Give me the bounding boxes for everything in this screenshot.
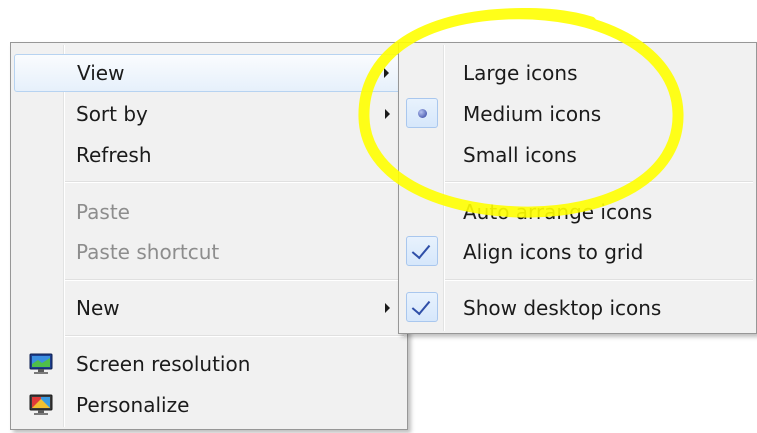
menu-item-label: Screen resolution [76,352,251,376]
menu-item-label: Sort by [76,102,148,126]
menu-item-align-icons-to-grid[interactable]: Align icons to grid [402,233,753,271]
checkmark-icon [411,239,431,260]
menu-item-sort-by[interactable]: Sort by [14,95,404,133]
desktop-context-menu: View Sort by Refresh Paste Paste shortcu… [10,42,408,430]
menu-item-refresh[interactable]: Refresh [14,136,404,174]
screen-resolution-icon [29,353,53,374]
menu-item-view[interactable]: View [14,54,404,92]
menu-item-new[interactable]: New [14,289,404,327]
menu-separator [65,279,404,281]
menu-item-label: Align icons to grid [463,240,644,264]
menu-item-paste-shortcut: Paste shortcut [14,233,404,271]
menu-item-screen-resolution[interactable]: Screen resolution [14,345,404,383]
menu-item-medium-icons[interactable]: Medium icons [402,95,753,133]
view-submenu: Large icons Medium icons Small icons Aut… [398,42,757,334]
menu-item-label: New [76,296,120,320]
submenu-arrow-icon [384,68,389,78]
menu-item-label: Paste [76,200,130,224]
menu-item-label: Refresh [76,143,152,167]
menu-separator [65,335,404,337]
menu-item-small-icons[interactable]: Small icons [402,136,753,174]
menu-item-label: View [77,61,125,85]
checked-indicator [406,292,438,322]
menu-item-label: Show desktop icons [463,296,662,320]
menu-separator [445,279,753,281]
radio-bullet-icon [418,109,427,118]
selected-indicator [406,98,438,128]
submenu-arrow-icon [385,303,390,313]
menu-item-show-desktop-icons[interactable]: Show desktop icons [402,289,753,327]
menu-separator [445,181,753,183]
menu-item-label: Paste shortcut [76,240,220,264]
submenu-arrow-icon [385,109,390,119]
menu-separator [65,181,404,183]
menu-item-label: Personalize [76,393,190,417]
menu-item-paste: Paste [14,193,404,231]
menu-item-label: Small icons [463,143,577,167]
personalize-icon [29,394,53,415]
menu-item-label: Auto arrange icons [463,200,653,224]
menu-item-auto-arrange-icons[interactable]: Auto arrange icons [402,193,753,231]
menu-item-large-icons[interactable]: Large icons [402,54,753,92]
checked-indicator [406,236,438,266]
menu-item-label: Medium icons [463,102,602,126]
checkmark-icon [411,295,431,316]
menu-item-label: Large icons [463,61,578,85]
menu-item-personalize[interactable]: Personalize [14,386,404,424]
